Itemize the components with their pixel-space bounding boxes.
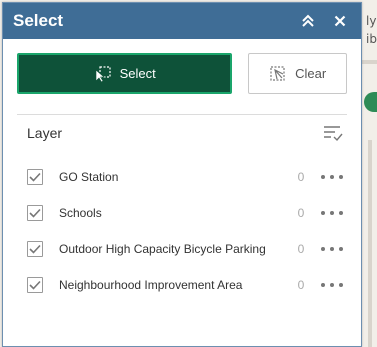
select-cursor-icon: [94, 65, 112, 83]
clear-button[interactable]: Clear: [248, 53, 347, 94]
checkmark-icon: [29, 172, 41, 182]
map-road: [362, 60, 377, 64]
layer-checkbox[interactable]: [27, 205, 43, 221]
list-item[interactable]: Neighbourhood Improvement Area 0: [3, 267, 361, 303]
layer-count: 0: [297, 278, 305, 292]
panel-title: Select: [13, 11, 64, 30]
layer-name: GO Station: [59, 170, 119, 184]
sort-list-icon[interactable]: [323, 124, 343, 142]
clear-button-label: Clear: [295, 66, 327, 81]
close-icon: [334, 15, 346, 27]
layer-count: 0: [297, 170, 305, 184]
map-road: [368, 140, 372, 347]
collapse-button[interactable]: [297, 10, 319, 32]
panel-titlebar: Select: [3, 3, 361, 39]
layer-header: Layer: [3, 117, 361, 149]
layer-name: Outdoor High Capacity Bicycle Parking: [59, 242, 266, 256]
map-label: ib: [366, 32, 377, 46]
checkmark-icon: [29, 280, 41, 290]
layer-name: Schools: [59, 206, 102, 220]
more-options-icon[interactable]: [321, 241, 343, 257]
checkmark-icon: [29, 244, 41, 254]
double-chevron-up-icon: [302, 14, 314, 27]
section-divider: [17, 114, 347, 115]
list-item[interactable]: GO Station 0: [3, 159, 361, 195]
layer-list: GO Station 0 Schools 0 Outdoor High Capa…: [3, 159, 361, 303]
layer-name: Neighbourhood Improvement Area: [59, 278, 243, 292]
clear-selection-icon: [269, 65, 287, 83]
layer-count: 0: [297, 242, 305, 256]
layer-count: 0: [297, 206, 305, 220]
more-options-icon[interactable]: [321, 169, 343, 185]
select-panel: Select Select Clear Layer GO Station 0 S…: [2, 2, 362, 347]
layer-checkbox[interactable]: [27, 169, 43, 185]
map-label: ly: [366, 14, 377, 28]
more-options-icon[interactable]: [321, 205, 343, 221]
close-button[interactable]: [329, 10, 351, 32]
list-item[interactable]: Schools 0: [3, 195, 361, 231]
map-feature[interactable]: [364, 92, 377, 112]
checkmark-icon: [29, 208, 41, 218]
action-bar: Select Clear: [3, 39, 361, 94]
layer-checkbox[interactable]: [27, 277, 43, 293]
select-button-label: Select: [119, 66, 156, 81]
layer-checkbox[interactable]: [27, 241, 43, 257]
select-button[interactable]: Select: [17, 53, 233, 94]
layer-section-title: Layer: [27, 125, 63, 141]
list-item[interactable]: Outdoor High Capacity Bicycle Parking 0: [3, 231, 361, 267]
more-options-icon[interactable]: [321, 277, 343, 293]
